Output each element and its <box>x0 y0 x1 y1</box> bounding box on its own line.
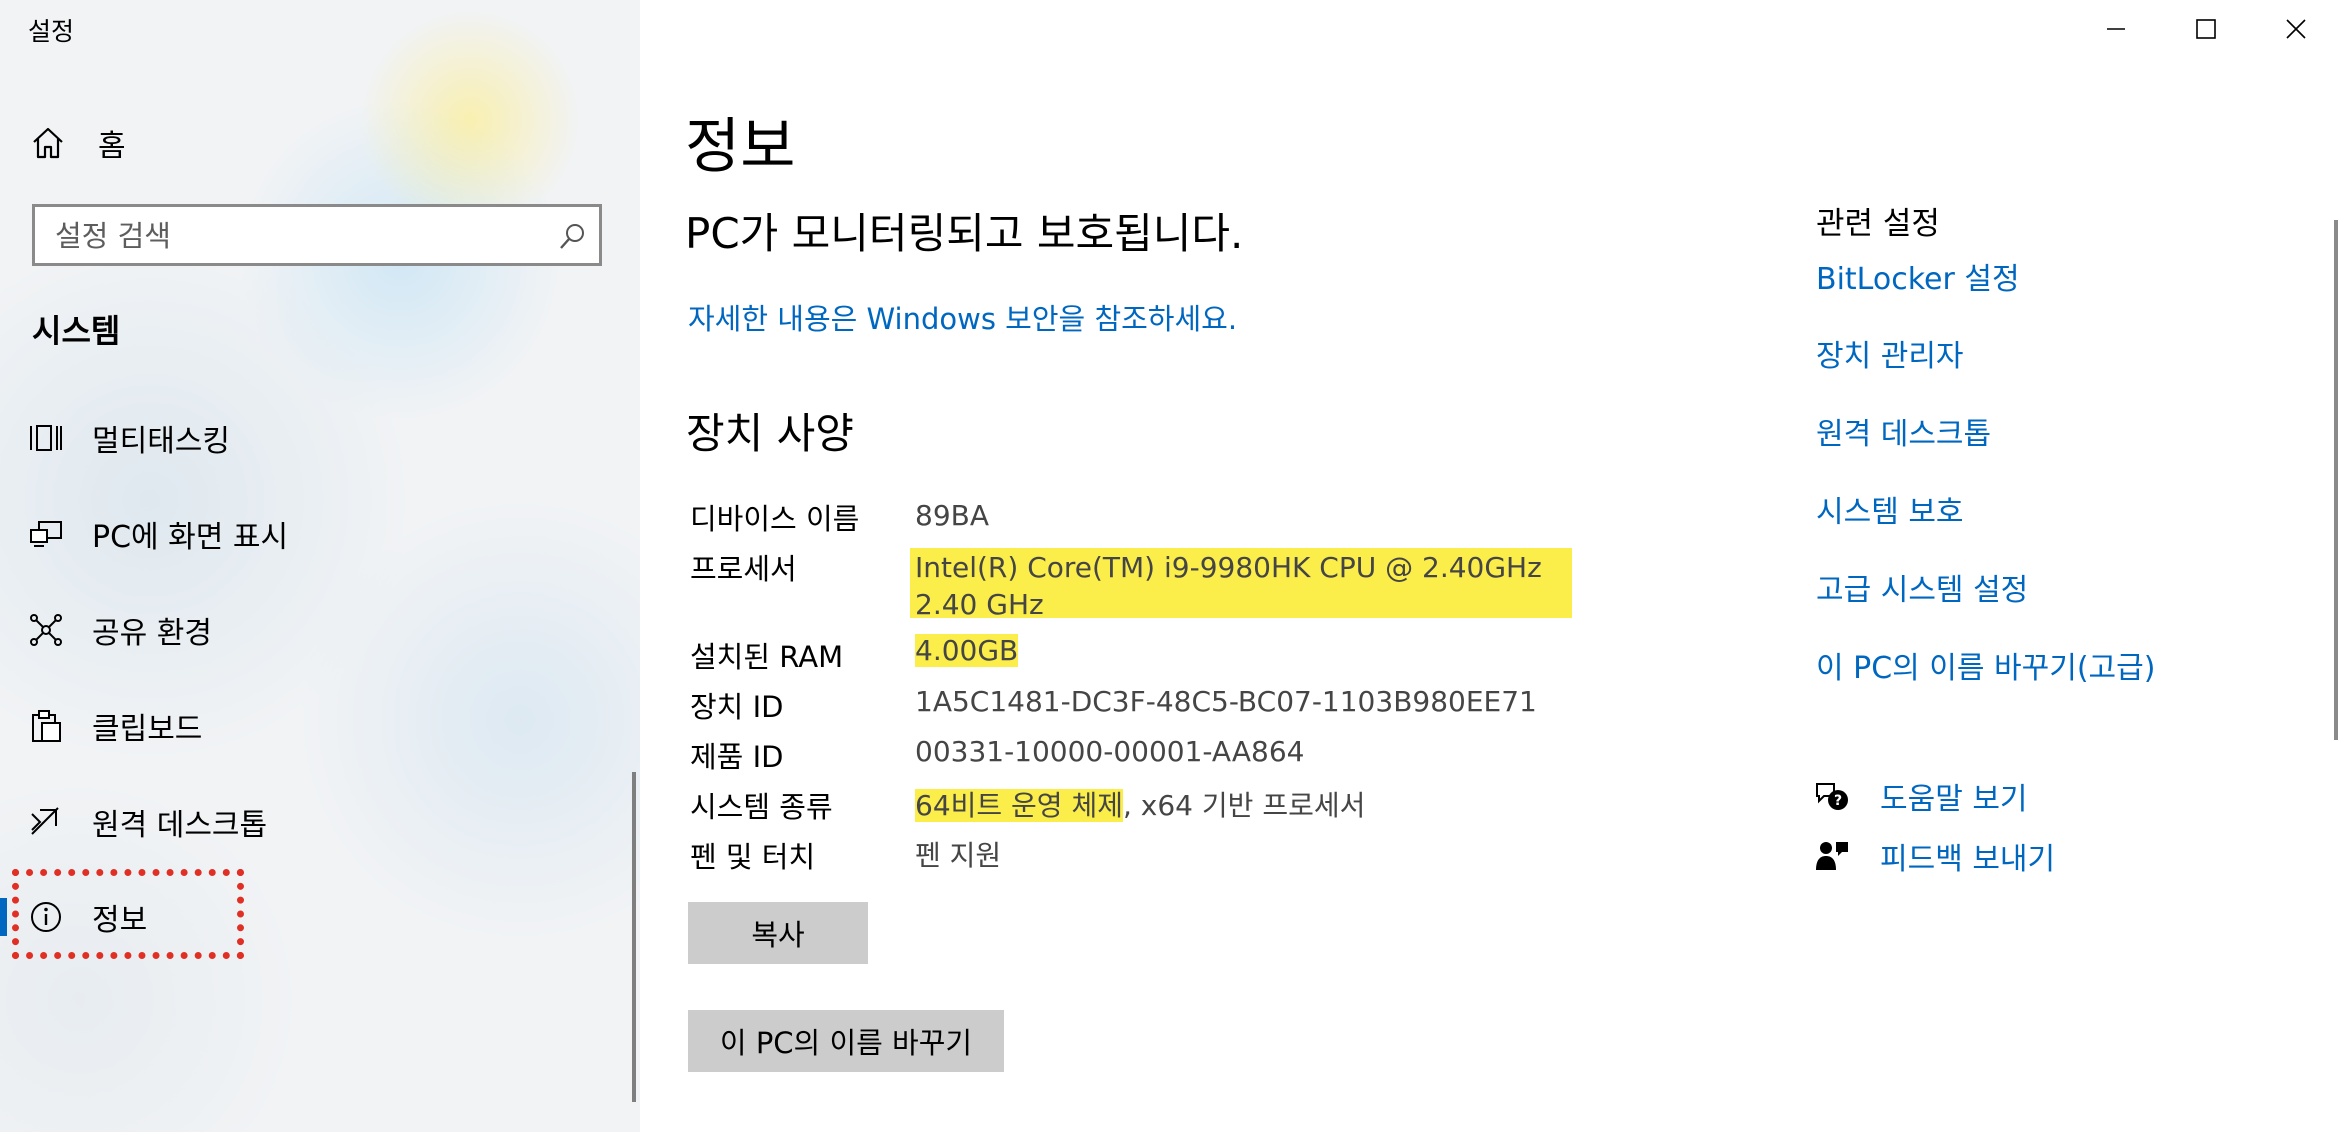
search-input[interactable] <box>35 207 537 265</box>
project-icon <box>30 521 62 547</box>
sidebar-item-clipboard[interactable]: 클립보드 <box>0 691 600 761</box>
spec-label-ram: 설치된 RAM <box>690 640 844 674</box>
search-box[interactable] <box>32 204 602 266</box>
minimize-button[interactable] <box>2070 0 2162 58</box>
send-feedback-link[interactable]: 피드백 보내기 <box>1880 834 2055 878</box>
minimize-icon <box>2107 28 2125 30</box>
sidebar-item-project[interactable]: PC에 화면 표시 <box>0 499 600 569</box>
main-scrollbar[interactable] <box>2334 220 2338 740</box>
close-button[interactable] <box>2250 0 2340 58</box>
sidebar-item-label: 공유 환경 <box>92 616 212 651</box>
maximize-button[interactable] <box>2160 0 2252 58</box>
sidebar-item-remote-desktop[interactable]: 원격 데스크톱 <box>0 787 600 857</box>
spec-label-product-id: 제품 ID <box>690 740 784 774</box>
home-icon <box>33 127 63 159</box>
sidebar-item-label: 홈 <box>98 129 126 164</box>
spec-value-product-id: 00331-10000-00001-AA864 <box>915 735 1305 768</box>
info-icon <box>31 902 61 932</box>
sidebar-item-about[interactable]: 정보 <box>0 882 600 952</box>
spec-value-system-type-rest: , x64 기반 프로세서 <box>1123 789 1366 822</box>
sidebar-item-label: PC에 화면 표시 <box>92 520 289 555</box>
remote-desktop-link[interactable]: 원격 데스크톱 <box>1816 409 1991 453</box>
rename-pc-advanced-link[interactable]: 이 PC의 이름 바꾸기(고급) <box>1816 643 2155 687</box>
copy-button[interactable]: 복사 <box>688 902 868 964</box>
page-title: 정보 <box>685 112 796 182</box>
sidebar-item-label: 멀티태스킹 <box>92 424 230 459</box>
spec-label-pen-touch: 펜 및 터치 <box>690 840 816 874</box>
sidebar-item-shared-experiences[interactable]: 공유 환경 <box>0 595 600 665</box>
sidebar: 설정 홈 시스템 멀티태스킹 PC에 화면 표시 <box>0 0 640 1132</box>
clipboard-icon <box>32 710 61 742</box>
spec-label-processor: 프로세서 <box>690 552 797 586</box>
spec-value-device-name: 89BA <box>915 499 989 532</box>
app-title: 설정 <box>28 17 75 46</box>
sidebar-item-label: 정보 <box>92 903 148 938</box>
send-feedback-row[interactable]: 피드백 보내기 <box>1814 838 2055 877</box>
spec-value-device-id: 1A5C1481-DC3F-48C5-BC07-1103B980EE71 <box>915 685 1537 718</box>
sidebar-item-label: 원격 데스크톱 <box>92 808 268 843</box>
sidebar-item-multitasking[interactable]: 멀티태스킹 <box>0 403 600 473</box>
multitasking-icon <box>30 425 62 451</box>
windows-security-link[interactable]: 자세한 내용은 Windows 보안을 참조하세요. <box>688 296 1237 338</box>
bitlocker-settings-link[interactable]: BitLocker 설정 <box>1816 254 2020 298</box>
section-title: 시스템 <box>32 312 121 350</box>
get-help-row[interactable]: ? 도움말 보기 <box>1814 778 2028 817</box>
spec-value-processor: Intel(R) Core(TM) i9-9980HK CPU @ 2.40GH… <box>915 551 1569 621</box>
device-manager-link[interactable]: 장치 관리자 <box>1816 331 1964 375</box>
spec-value-pen-touch: 펜 지원 <box>915 839 1002 872</box>
spec-value-system-type-highlight: 64비트 운영 체제 <box>915 789 1123 822</box>
get-help-link[interactable]: 도움말 보기 <box>1880 774 2028 818</box>
rename-pc-button[interactable]: 이 PC의 이름 바꾸기 <box>688 1010 1004 1072</box>
feedback-icon <box>1816 842 1848 870</box>
spec-label-device-name: 디바이스 이름 <box>690 502 860 536</box>
help-icon: ? <box>1816 783 1848 810</box>
sidebar-scrollbar[interactable] <box>632 772 636 1102</box>
shared-experiences-icon <box>30 614 62 646</box>
protection-status-title: PC가 모니터링되고 보호됩니다. <box>685 209 1244 258</box>
spec-value-ram: 4.00GB <box>915 634 1019 667</box>
spec-label-device-id: 장치 ID <box>690 690 784 724</box>
related-settings-heading: 관련 설정 <box>1816 206 1940 242</box>
sidebar-item-label: 클립보드 <box>92 712 203 747</box>
close-icon <box>2286 19 2306 39</box>
search-icon[interactable] <box>557 221 587 251</box>
svg-text:?: ? <box>1834 793 1842 809</box>
system-protection-link[interactable]: 시스템 보호 <box>1816 487 1964 531</box>
spec-label-system-type: 시스템 종류 <box>690 790 833 824</box>
maximize-icon <box>2196 19 2216 39</box>
remote-desktop-icon <box>31 807 59 835</box>
device-specs-title: 장치 사양 <box>686 409 854 458</box>
sidebar-item-home[interactable]: 홈 <box>30 118 590 168</box>
advanced-system-settings-link[interactable]: 고급 시스템 설정 <box>1816 565 2028 609</box>
